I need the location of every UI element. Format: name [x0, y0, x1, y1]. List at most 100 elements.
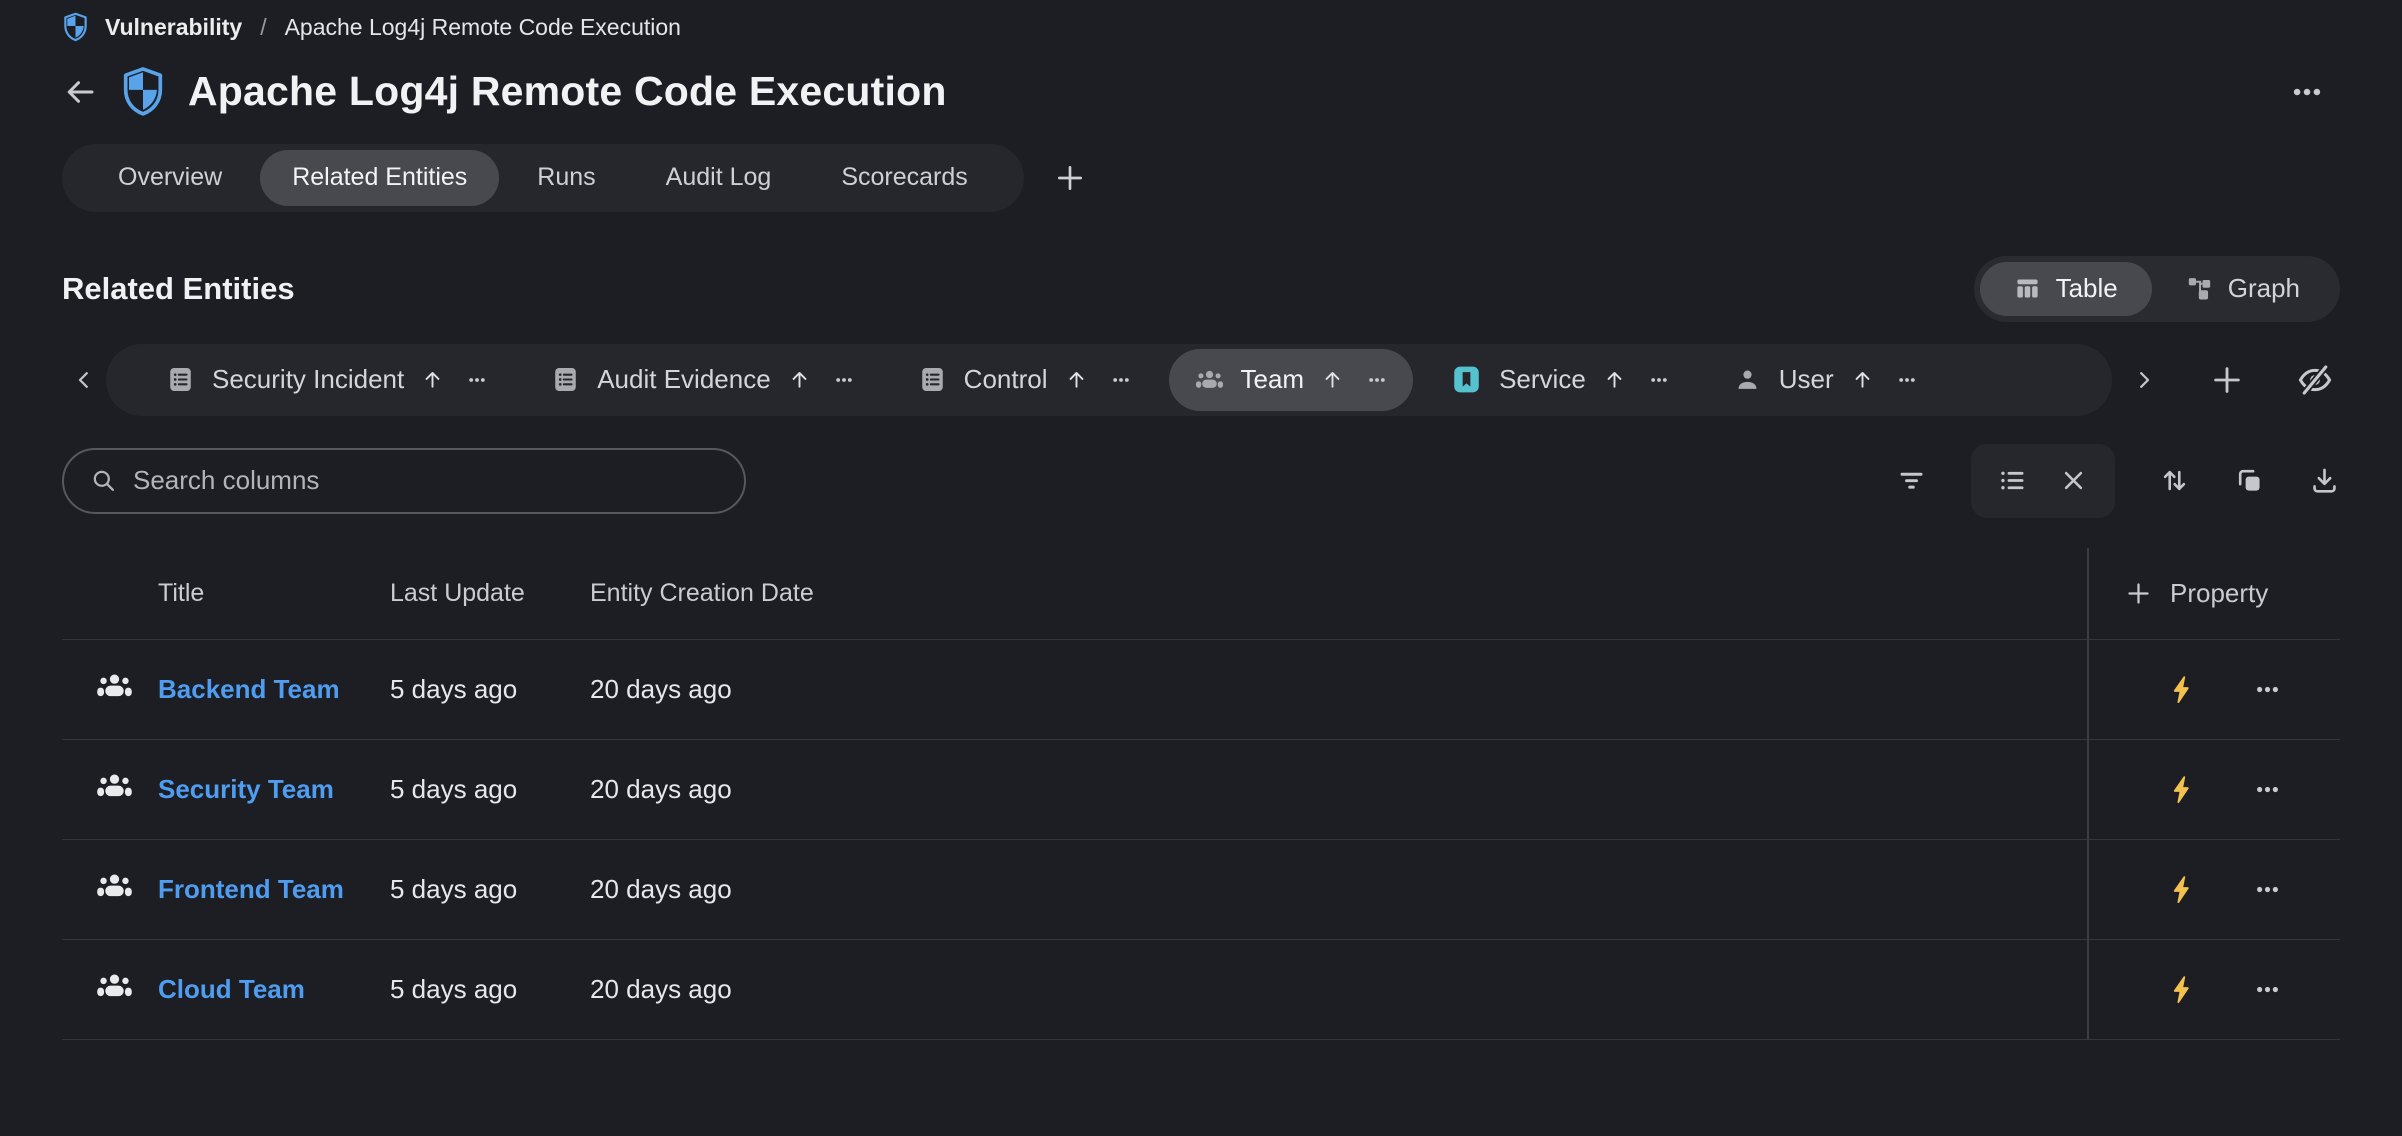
graph-icon [2186, 275, 2213, 302]
move-up-icon[interactable] [421, 368, 444, 391]
column-header-title[interactable]: Title [158, 579, 390, 608]
row-creation-date: 20 days ago [590, 974, 2089, 1005]
search-columns-box[interactable] [62, 448, 746, 514]
entity-tab-menu-icon[interactable] [1111, 370, 1131, 390]
run-action-button[interactable] [2167, 774, 2198, 805]
column-header-creation-date[interactable]: Entity Creation Date [590, 579, 2089, 608]
arrow-left-icon [62, 74, 98, 110]
person-icon [1733, 365, 1762, 394]
back-button[interactable] [62, 74, 98, 110]
row-actions [2089, 774, 2340, 805]
breadcrumb-root[interactable]: Vulnerability [105, 14, 242, 41]
column-header-last-update[interactable]: Last Update [390, 579, 590, 608]
download-icon [2309, 465, 2340, 496]
move-up-icon[interactable] [788, 368, 811, 391]
table-row: Cloud Team5 days ago20 days ago [62, 940, 2340, 1040]
chevron-left-icon [72, 368, 96, 392]
row-type-cell [62, 667, 158, 711]
scroll-right-button[interactable] [2122, 368, 2166, 392]
entity-tab-menu-icon[interactable] [834, 370, 854, 390]
filter-button[interactable] [1896, 465, 1927, 496]
row-menu-button[interactable] [2254, 876, 2281, 903]
move-up-icon[interactable] [1603, 368, 1626, 391]
eye-off-icon [2296, 361, 2334, 399]
page-menu-button[interactable] [2290, 75, 2324, 109]
tab-overview[interactable]: Overview [86, 150, 254, 206]
entity-tabs: Security Incident Audit EvidenceControl Te… [106, 344, 2112, 416]
entity-tab-menu-icon[interactable] [1897, 370, 1917, 390]
toolbar-actions [1896, 444, 2340, 518]
move-up-icon[interactable] [1321, 368, 1344, 391]
chevron-right-icon [2132, 368, 2156, 392]
row-actions [2089, 974, 2340, 1005]
add-tab-button[interactable] [1054, 162, 1086, 194]
row-creation-date: 20 days ago [590, 674, 2089, 705]
add-property-button[interactable]: Property [2089, 578, 2268, 609]
table-row: Backend Team5 days ago20 days ago [62, 640, 2340, 740]
scroll-left-button[interactable] [62, 368, 106, 392]
entity-tab-team[interactable]: Team [1169, 349, 1414, 411]
row-title-link[interactable]: Cloud Team [158, 974, 390, 1005]
run-action-button[interactable] [2167, 974, 2198, 1005]
entity-tabs-row: Security Incident Audit EvidenceControl Te… [62, 344, 2340, 416]
move-up-icon[interactable] [1851, 368, 1874, 391]
copy-button[interactable] [2234, 465, 2265, 496]
page-title: Apache Log4j Remote Code Execution [188, 68, 947, 115]
tab-scorecards[interactable]: Scorecards [809, 150, 999, 206]
view-toggle-graph[interactable]: Graph [2152, 262, 2334, 316]
search-columns-input[interactable] [133, 465, 718, 496]
entity-tab-control[interactable]: Control [892, 344, 1157, 416]
entities-table: Title Last Update Entity Creation Date P… [62, 548, 2340, 1040]
row-last-update: 5 days ago [390, 874, 590, 905]
column-divider [2087, 548, 2089, 1040]
people-icon [1195, 365, 1224, 394]
title-row: Apache Log4j Remote Code Execution [62, 66, 2340, 118]
entity-tab-label: Service [1499, 364, 1586, 395]
clear-grouping-button[interactable] [2058, 465, 2089, 496]
entity-tab-user[interactable]: User [1707, 344, 1943, 416]
tab-runs[interactable]: Runs [505, 150, 627, 206]
entity-tab-menu-icon[interactable] [1649, 370, 1669, 390]
view-toggle-table[interactable]: Table [1980, 262, 2152, 316]
row-actions [2089, 874, 2340, 905]
entity-tab-service[interactable]: Service [1425, 344, 1695, 416]
view-toggle-label: Graph [2228, 273, 2300, 304]
row-menu-button[interactable] [2254, 676, 2281, 703]
tab-related-entities[interactable]: Related Entities [260, 150, 499, 206]
row-title-link[interactable]: Frontend Team [158, 874, 390, 905]
breadcrumb-separator: / [260, 14, 266, 41]
row-creation-date: 20 days ago [590, 874, 2089, 905]
column-list-button[interactable] [1997, 465, 2028, 496]
close-icon [2058, 465, 2089, 496]
people-icon [96, 967, 133, 1004]
entity-tab-label: Team [1241, 364, 1305, 395]
sort-button[interactable] [2159, 465, 2190, 496]
ellipsis-icon [2254, 876, 2281, 903]
tab-audit-log[interactable]: Audit Log [634, 150, 804, 206]
download-button[interactable] [2309, 465, 2340, 496]
entity-tab-audit-evidence[interactable]: Audit Evidence [525, 344, 879, 416]
run-action-button[interactable] [2167, 874, 2198, 905]
table-body: Backend Team5 days ago20 days agoSecurit… [62, 640, 2340, 1040]
run-action-button[interactable] [2167, 674, 2198, 705]
ellipsis-icon [2254, 776, 2281, 803]
plus-icon [2125, 580, 2152, 607]
bolt-icon [2167, 974, 2198, 1005]
row-last-update: 5 days ago [390, 974, 590, 1005]
row-title-link[interactable]: Security Team [158, 774, 390, 805]
entity-tab-menu-icon[interactable] [467, 370, 487, 390]
entity-tab-security-incident[interactable]: Security Incident [140, 344, 513, 416]
entity-tab-menu-icon[interactable] [1367, 370, 1387, 390]
row-title-link[interactable]: Backend Team [158, 674, 390, 705]
ellipsis-icon [2254, 676, 2281, 703]
row-menu-button[interactable] [2254, 976, 2281, 1003]
hide-tabs-button[interactable] [2296, 361, 2334, 399]
list-card-icon [551, 365, 580, 394]
move-up-icon[interactable] [1065, 368, 1088, 391]
add-entity-tab-button[interactable] [2210, 363, 2244, 397]
people-icon [96, 667, 133, 704]
search-icon [90, 467, 117, 494]
row-menu-button[interactable] [2254, 776, 2281, 803]
entity-tab-label: Security Incident [212, 364, 404, 395]
bullet-list-icon [1997, 465, 2028, 496]
